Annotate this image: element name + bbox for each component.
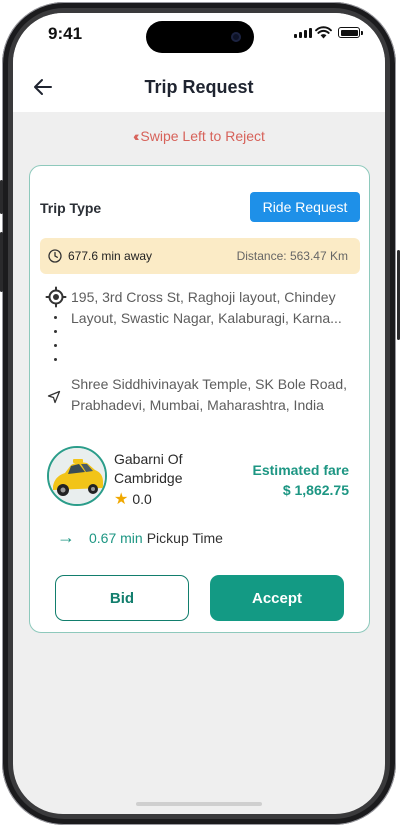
- battery-icon: [338, 27, 363, 38]
- swipe-chevron-icon: ‹‹: [133, 128, 140, 144]
- eta-distance-bar: 677.6 min away Distance: 563.47 Km: [40, 238, 360, 274]
- trip-request-card: Trip Type Ride Request 677.6 min away Di…: [29, 165, 370, 633]
- dynamic-island: [146, 21, 254, 53]
- status-time: 9:41: [48, 24, 83, 43]
- rating-value: 0.0: [132, 491, 152, 507]
- driver-name: Gabarni Of Cambridge: [114, 451, 183, 486]
- fare-label: Estimated fare: [252, 462, 349, 478]
- home-indicator[interactable]: [136, 802, 262, 806]
- swipe-label: Swipe Left to Reject: [140, 128, 265, 144]
- clock-icon: [48, 249, 62, 263]
- target-pin-icon: [45, 286, 67, 308]
- swipe-reject-hint[interactable]: ‹‹ Swipe Left to Reject: [13, 128, 385, 144]
- pickup-address: 195, 3rd Cross St, Raghoji layout, Chind…: [71, 289, 342, 326]
- camera-icon: [231, 32, 241, 42]
- ride-request-badge[interactable]: Ride Request: [250, 192, 360, 222]
- page-title: Trip Request: [144, 77, 254, 97]
- driver-rating: ★ 0.0: [114, 489, 152, 509]
- navigation-arrow-icon: [47, 390, 61, 404]
- side-button: [0, 180, 3, 214]
- distance-text: Distance: 563.47 Km: [236, 249, 348, 263]
- route-dots: [54, 316, 58, 372]
- status-bar: 9:41: [13, 13, 385, 57]
- drop-address: Shree Siddhivinayak Temple, SK Bole Road…: [71, 376, 348, 413]
- trip-type-label: Trip Type: [40, 200, 102, 216]
- pickup-time-row: → 0.67 min Pickup Time: [57, 527, 223, 548]
- right-arrow-icon: →: [57, 527, 75, 547]
- app-header: Trip Request: [13, 57, 385, 112]
- pickup-minutes: 0.67 min: [89, 529, 143, 546]
- screen: 9:41 Trip Request ‹‹ Swipe Left to Reject…: [13, 13, 385, 814]
- pickup-time-label: Pickup Time: [146, 529, 223, 546]
- star-icon: ★: [114, 491, 129, 508]
- signal-icon: [294, 28, 312, 38]
- taxi-avatar: [47, 446, 107, 506]
- bid-button[interactable]: Bid: [55, 575, 189, 621]
- accept-button[interactable]: Accept: [210, 575, 344, 621]
- eta-text: 677.6 min away: [68, 249, 153, 263]
- fare-value: $ 1,862.75: [282, 482, 349, 498]
- volume-button: [0, 232, 3, 292]
- wifi-icon: [315, 26, 332, 39]
